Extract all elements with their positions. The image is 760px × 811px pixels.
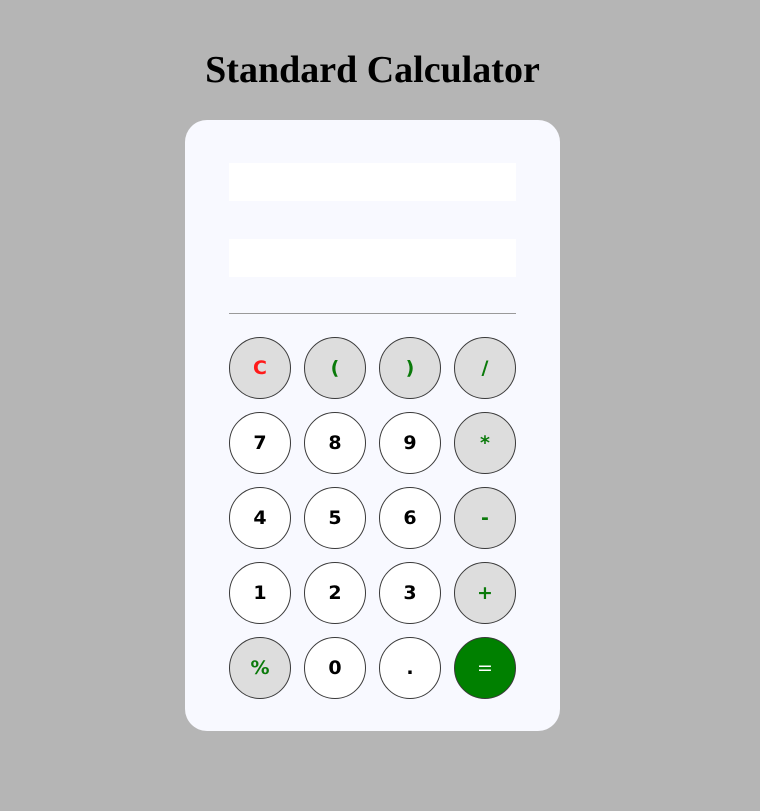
digit-6-button[interactable]: 6 (379, 487, 441, 549)
digit-8-button[interactable]: 8 (304, 412, 366, 474)
equals-button[interactable]: = (454, 637, 516, 699)
clear-button[interactable]: C (229, 337, 291, 399)
expression-display[interactable] (229, 163, 516, 201)
digit-4-button[interactable]: 4 (229, 487, 291, 549)
close-paren-button[interactable]: ) (379, 337, 441, 399)
subtract-button[interactable]: - (454, 487, 516, 549)
digit-9-button[interactable]: 9 (379, 412, 441, 474)
page-title: Standard Calculator (205, 49, 540, 91)
divide-button[interactable]: / (454, 337, 516, 399)
result-display[interactable] (229, 239, 516, 277)
digit-5-button[interactable]: 5 (304, 487, 366, 549)
multiply-button[interactable]: * (454, 412, 516, 474)
digit-1-button[interactable]: 1 (229, 562, 291, 624)
add-button[interactable]: + (454, 562, 516, 624)
display-divider (229, 313, 516, 314)
digit-2-button[interactable]: 2 (304, 562, 366, 624)
digit-0-button[interactable]: 0 (304, 637, 366, 699)
digit-7-button[interactable]: 7 (229, 412, 291, 474)
decimal-point-button[interactable]: . (379, 637, 441, 699)
calculator-panel: C ( ) / 7 8 9 * 4 5 6 - 1 2 3 + % 0 . = (185, 120, 560, 731)
keypad: C ( ) / 7 8 9 * 4 5 6 - 1 2 3 + % 0 . = (229, 337, 516, 699)
percent-button[interactable]: % (229, 637, 291, 699)
open-paren-button[interactable]: ( (304, 337, 366, 399)
digit-3-button[interactable]: 3 (379, 562, 441, 624)
